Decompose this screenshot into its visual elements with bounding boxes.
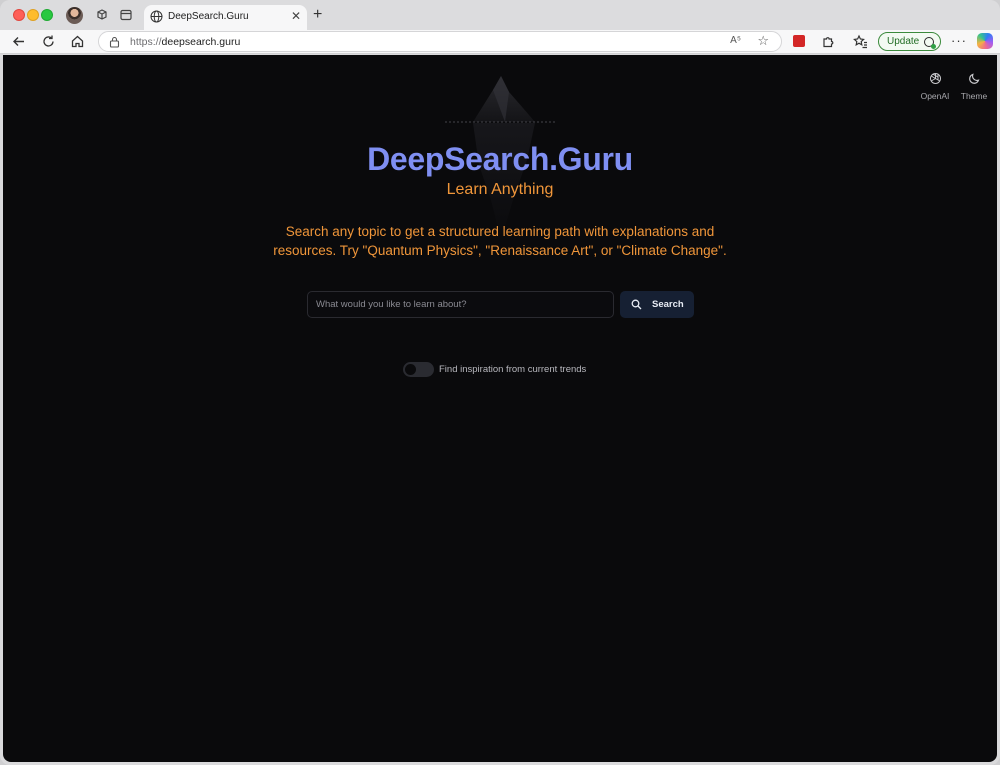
- more-options-icon[interactable]: ···: [951, 33, 967, 48]
- extension-icon[interactable]: [793, 35, 805, 47]
- home-icon[interactable]: [70, 34, 85, 49]
- search-button[interactable]: Search: [620, 291, 694, 318]
- openai-label: OpenAI: [920, 91, 950, 101]
- back-icon[interactable]: [11, 34, 26, 49]
- page-description: Search any topic to get a structured lea…: [273, 224, 727, 258]
- new-tab-button[interactable]: +: [313, 7, 322, 23]
- favorite-star-icon[interactable]: ☆: [757, 33, 769, 49]
- moon-icon: [968, 73, 979, 84]
- tab-title: DeepSearch.Guru: [168, 11, 249, 22]
- url-host: deepsearch.guru: [161, 36, 241, 48]
- tab-deepsearch[interactable]: DeepSearch.Guru ✕: [144, 5, 307, 30]
- browser-toolbar: https://deepsearch.guru A⁵ ☆: [0, 30, 1000, 54]
- address-bar[interactable]: https://deepsearch.guru A⁵ ☆: [98, 31, 782, 52]
- url-scheme: https://: [130, 36, 162, 48]
- tagline: Learn Anything: [446, 181, 554, 198]
- update-button[interactable]: Update: [878, 32, 941, 51]
- openai-icon: [929, 73, 941, 84]
- lock-icon[interactable]: [109, 36, 120, 48]
- update-status-icon: [924, 37, 936, 49]
- tab-strip: DeepSearch.Guru ✕ +: [0, 0, 1000, 30]
- page-content: OpenAI Theme DeepSearch.Guru Learn Anyth…: [3, 55, 997, 762]
- trends-toggle[interactable]: [403, 362, 434, 377]
- tab-actions-icon[interactable]: [119, 8, 133, 22]
- browser-window: DeepSearch.Guru ✕ + https://deepsearch.g…: [0, 0, 1000, 765]
- globe-icon: [150, 10, 163, 23]
- minimize-window-button[interactable]: [27, 9, 39, 21]
- refresh-icon[interactable]: [41, 34, 56, 49]
- search-icon: [631, 299, 642, 310]
- favorites-icon[interactable]: [853, 34, 868, 49]
- tab-close-icon[interactable]: ✕: [291, 9, 301, 23]
- update-label: Update: [887, 36, 920, 47]
- theme-label: Theme: [960, 91, 988, 101]
- extensions-puzzle-icon[interactable]: [821, 34, 836, 49]
- openai-button[interactable]: OpenAI: [915, 72, 955, 101]
- trends-toggle-label: Find inspiration from current trends: [439, 364, 587, 375]
- read-aloud-icon[interactable]: A⁵: [730, 35, 741, 46]
- maximize-window-button[interactable]: [41, 9, 53, 21]
- profile-avatar[interactable]: [66, 7, 83, 24]
- url-text: https://deepsearch.guru: [130, 36, 240, 48]
- brand-title: DeepSearch.Guru: [367, 141, 633, 177]
- workspaces-icon[interactable]: [95, 8, 109, 22]
- search-button-label: Search: [652, 299, 684, 310]
- copilot-icon[interactable]: [977, 33, 993, 49]
- close-window-button[interactable]: [13, 9, 25, 21]
- toggle-knob: [405, 364, 416, 375]
- search-input[interactable]: [307, 291, 614, 318]
- theme-button[interactable]: Theme: [954, 72, 994, 101]
